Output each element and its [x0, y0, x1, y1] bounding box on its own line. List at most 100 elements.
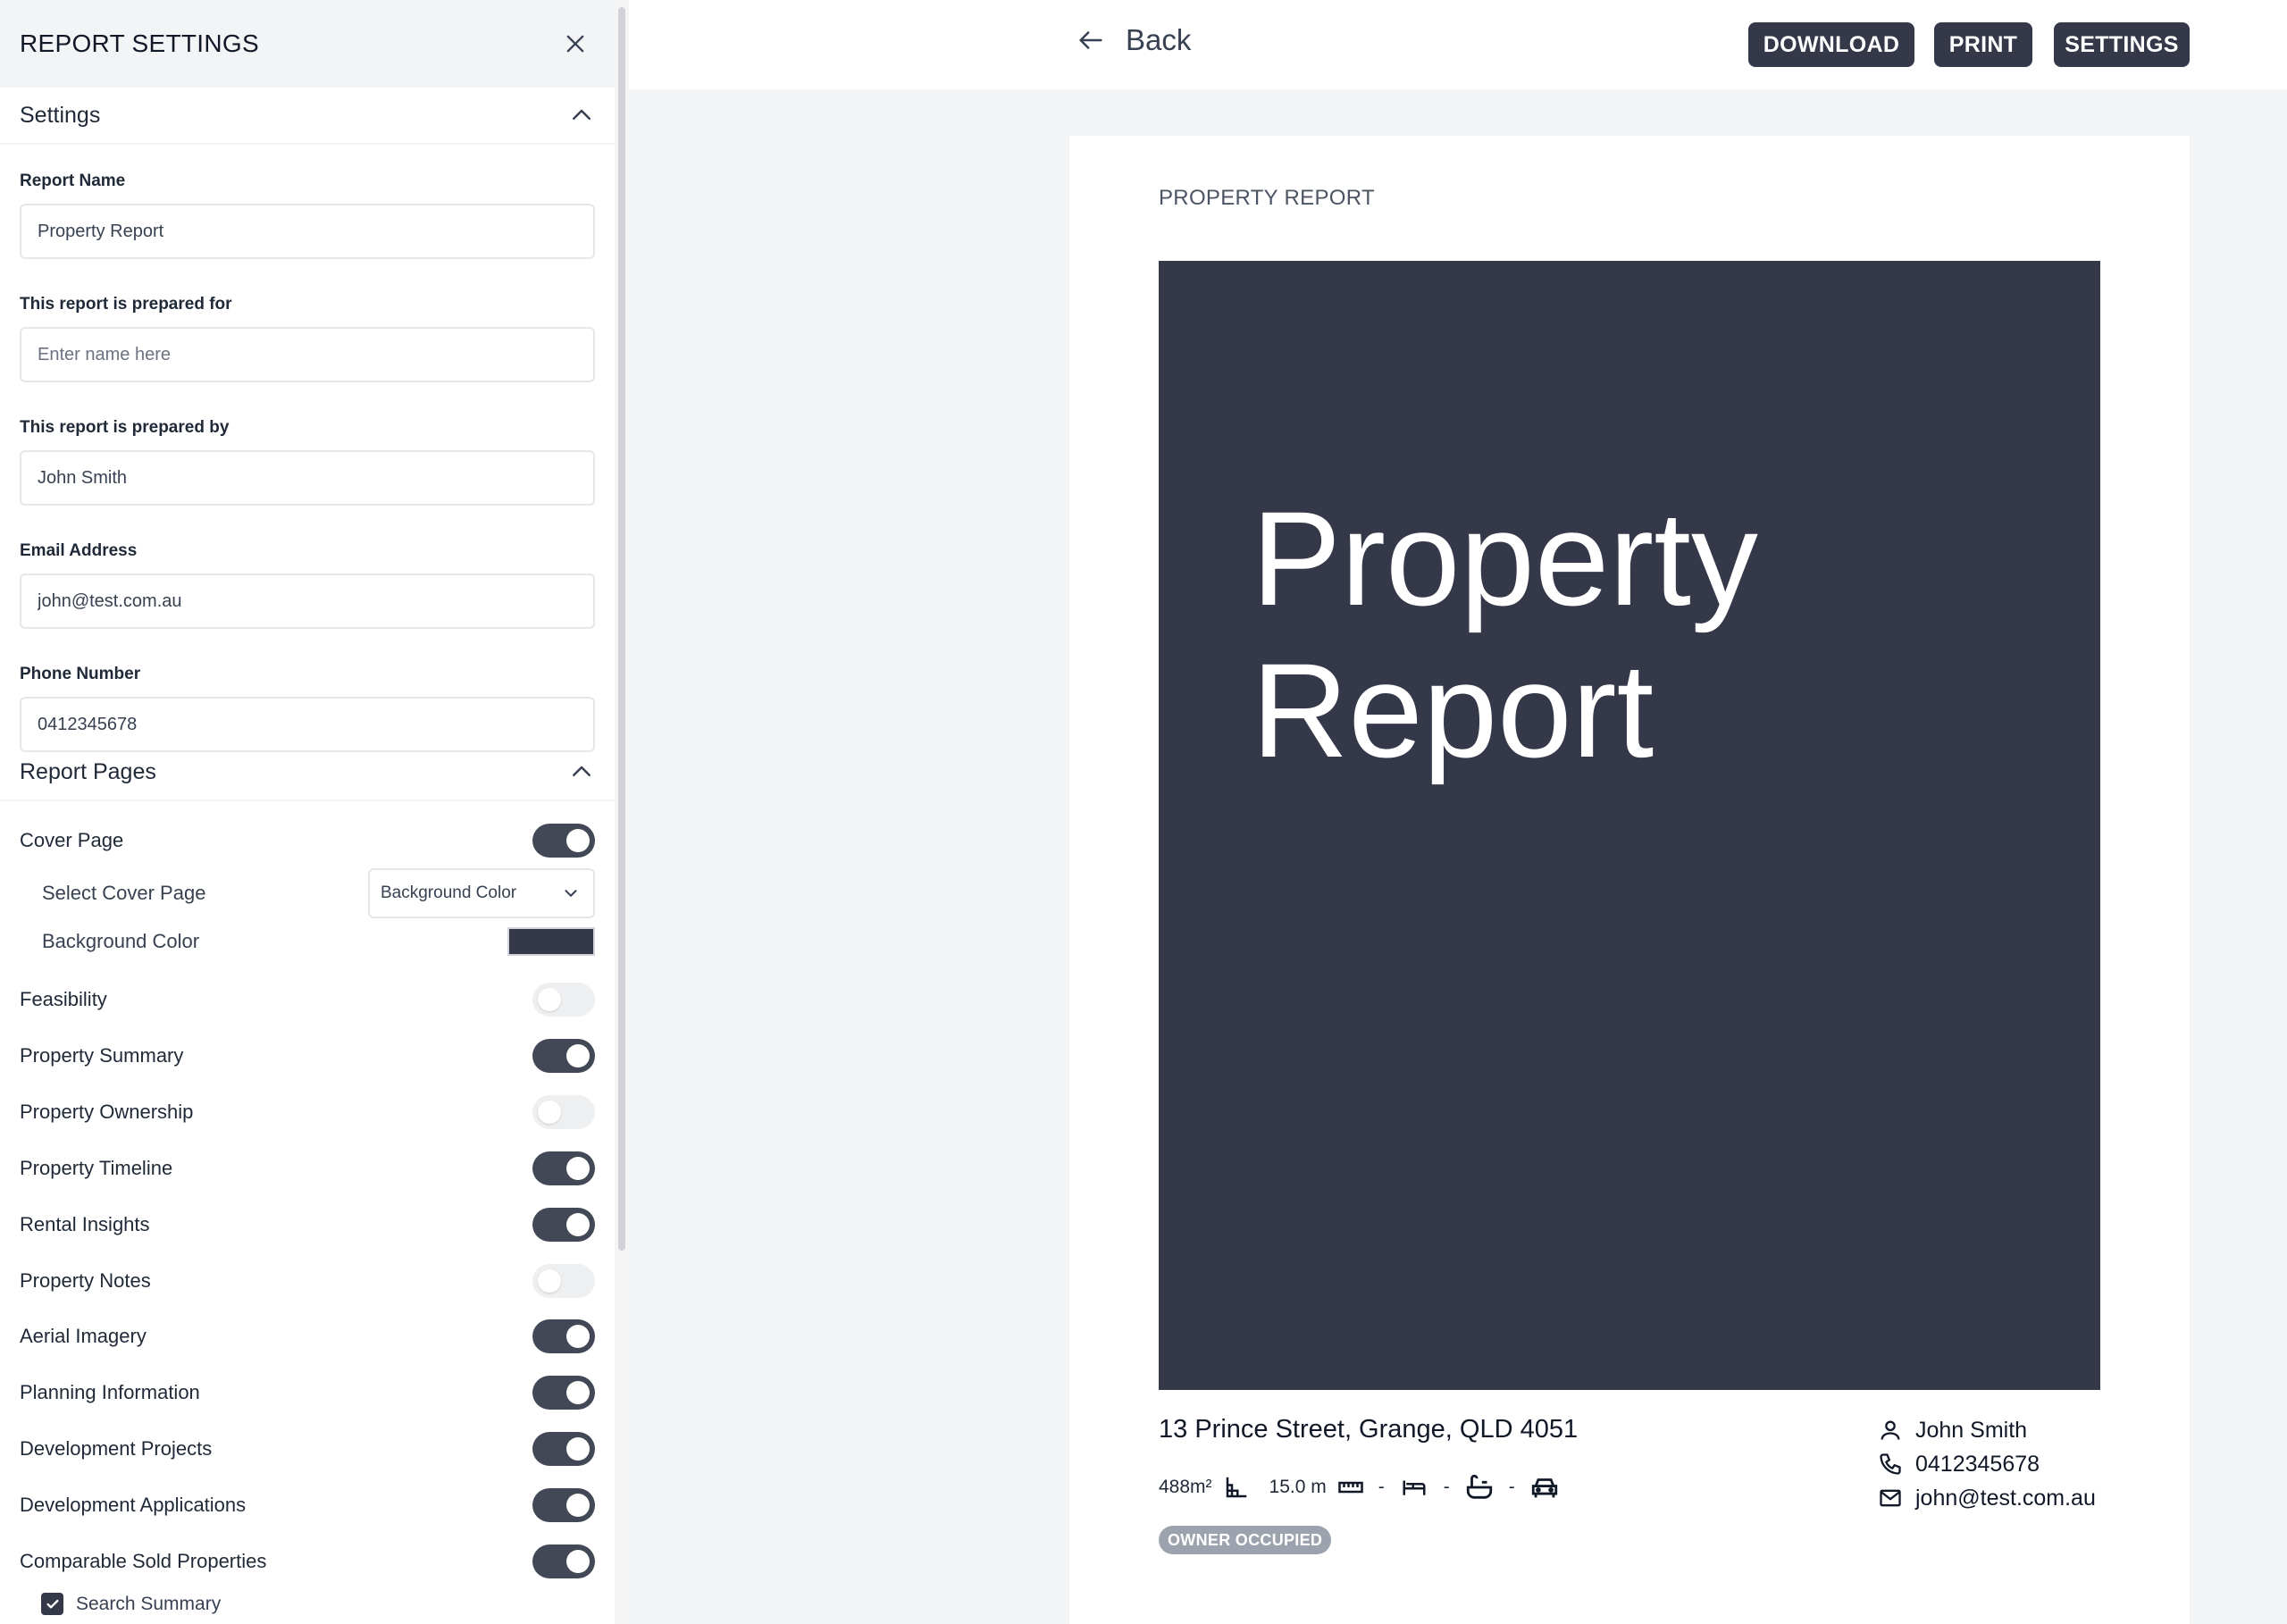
chevron-down-icon — [565, 890, 577, 897]
page-label-development-applications: Development Applications — [20, 1494, 247, 1516]
page-toggle-aerial-imagery[interactable] — [532, 1319, 595, 1353]
report-preview-page: PROPERTY REPORT Property Report 13 Princ… — [1069, 136, 2190, 1624]
cover-page-toggle[interactable] — [532, 824, 595, 858]
page-toggle-feasibility[interactable] — [532, 983, 595, 1017]
report-name-input[interactable] — [20, 204, 595, 259]
search-summary-checkbox[interactable] — [41, 1593, 63, 1615]
phone-label: Phone Number — [20, 665, 141, 683]
sidebar-scrollbar[interactable] — [616, 0, 627, 1624]
check-icon — [46, 1599, 58, 1608]
page-label-property-summary: Property Summary — [20, 1044, 184, 1067]
report-name-label: Report Name — [20, 172, 126, 190]
cover-page-label: Cover Page — [20, 829, 124, 851]
prepared-for-input[interactable] — [20, 327, 595, 382]
beds-value: - — [1378, 1477, 1385, 1497]
bed-icon — [1403, 1480, 1426, 1495]
back-button[interactable]: Back — [1076, 23, 1191, 57]
page-row-feasibility: Feasibility — [0, 975, 615, 1025]
report-pages-section-title: Report Pages — [20, 758, 156, 784]
contact-name: John Smith — [1915, 1417, 2028, 1443]
page-row-property-timeline: Property Timeline — [0, 1143, 615, 1193]
cover-page-row: Cover Page — [0, 816, 615, 866]
contact-details: John Smith 0412345678 john@test.com.au — [1878, 1413, 2096, 1515]
page-toggle-planning-information[interactable] — [532, 1376, 595, 1410]
page-label-property-ownership: Property Ownership — [20, 1101, 194, 1123]
page-row-development-projects: Development Projects — [0, 1424, 615, 1474]
page-row-planning-information: Planning Information — [0, 1368, 615, 1418]
page-row-comparable-sold-properties: Comparable Sold Properties — [0, 1536, 615, 1586]
car-icon — [1531, 1478, 1557, 1498]
cover-title-line2: Report — [1252, 635, 1655, 785]
top-bar: Back DOWNLOAD PRINT SETTINGS — [629, 0, 2287, 89]
back-label: Back — [1126, 23, 1192, 56]
page-toggle-property-summary[interactable] — [532, 1039, 595, 1073]
page-toggle-comparable-sold-properties[interactable] — [532, 1544, 595, 1578]
page-label-aerial-imagery: Aerial Imagery — [20, 1325, 147, 1347]
email-label: Email Address — [20, 541, 138, 560]
phone-icon — [1880, 1453, 1901, 1475]
ruler-icon — [1337, 1481, 1363, 1494]
report-name-field: Report Name — [0, 172, 615, 259]
cover-title: Property Report — [1252, 482, 1758, 786]
contact-phone: 0412345678 — [1915, 1451, 2040, 1477]
background-color-row: Background Color — [0, 917, 615, 967]
mail-icon — [1880, 1489, 1901, 1507]
background-color-swatch[interactable] — [507, 927, 595, 956]
cover-page-select[interactable]: Background Color — [368, 868, 595, 918]
bath-icon — [1466, 1474, 1492, 1499]
chevron-up-icon — [573, 766, 591, 776]
page-row-aerial-imagery: Aerial Imagery — [0, 1311, 615, 1361]
contact-name-row: John Smith — [1878, 1413, 2096, 1447]
user-icon — [1881, 1420, 1900, 1440]
prepared-by-label: This report is prepared by — [20, 418, 230, 437]
print-button[interactable]: PRINT — [1934, 22, 2032, 67]
search-summary-label: Search Summary — [76, 1593, 222, 1614]
page-row-development-applications: Development Applications — [0, 1480, 615, 1530]
download-button[interactable]: DOWNLOAD — [1748, 22, 1914, 67]
page-toggle-development-applications[interactable] — [532, 1488, 595, 1522]
prepared-by-field: This report is prepared by — [0, 418, 615, 506]
settings-button[interactable]: SETTINGS — [2054, 22, 2190, 67]
property-stats: 488m² 15.0 m - - - — [1159, 1472, 1560, 1503]
page-label-comparable-sold-properties: Comparable Sold Properties — [20, 1550, 267, 1572]
prepared-by-input[interactable] — [20, 450, 595, 506]
land-area-value: 488m² — [1159, 1477, 1212, 1497]
baths-value: - — [1443, 1477, 1450, 1497]
property-address: 13 Prince Street, Grange, QLD 4051 — [1159, 1415, 1579, 1444]
report-pages-section-header[interactable]: Report Pages — [0, 744, 615, 801]
settings-section-header[interactable]: Settings — [0, 88, 615, 145]
prepared-for-label: This report is prepared for — [20, 295, 232, 314]
page-toggle-property-ownership[interactable] — [532, 1095, 595, 1129]
report-header: PROPERTY REPORT — [1159, 186, 1375, 210]
cars-value: - — [1508, 1477, 1515, 1497]
select-cover-page-row: Select Cover Page Background Color — [0, 868, 615, 918]
cover-title-line1: Property — [1252, 483, 1758, 633]
contact-email-row: john@test.com.au — [1878, 1481, 2096, 1515]
page-label-property-notes: Property Notes — [20, 1269, 151, 1292]
page-label-development-projects: Development Projects — [20, 1437, 213, 1460]
select-cover-page-label: Select Cover Page — [42, 882, 206, 904]
report-settings-panel: REPORT SETTINGS Settings Report Name Thi… — [0, 0, 615, 1624]
cover-image: Property Report — [1159, 261, 2100, 1390]
page-label-property-timeline: Property Timeline — [20, 1157, 173, 1179]
panel-title: REPORT SETTINGS — [20, 29, 259, 57]
page-label-feasibility: Feasibility — [20, 988, 107, 1010]
page-toggle-property-timeline[interactable] — [532, 1151, 595, 1185]
contact-phone-row: 0412345678 — [1878, 1447, 2096, 1481]
page-toggle-property-notes[interactable] — [532, 1264, 595, 1298]
email-field: Email Address — [0, 541, 615, 629]
page-toggle-development-projects[interactable] — [532, 1432, 595, 1466]
page-toggle-rental-insights[interactable] — [532, 1208, 595, 1242]
page-label-rental-insights: Rental Insights — [20, 1213, 150, 1235]
close-icon[interactable] — [556, 24, 595, 63]
status-badge: OWNER OCCUPIED — [1159, 1526, 1332, 1554]
email-input[interactable] — [20, 573, 595, 629]
frontage-value: 15.0 m — [1269, 1477, 1327, 1497]
land-area-icon — [1226, 1477, 1246, 1498]
page-row-property-ownership: Property Ownership — [0, 1087, 615, 1137]
settings-section-title: Settings — [20, 102, 101, 128]
search-summary-row: Search Summary — [41, 1593, 221, 1615]
chevron-up-icon — [573, 109, 591, 120]
page-label-planning-information: Planning Information — [20, 1381, 200, 1403]
prepared-for-field: This report is prepared for — [0, 295, 615, 382]
